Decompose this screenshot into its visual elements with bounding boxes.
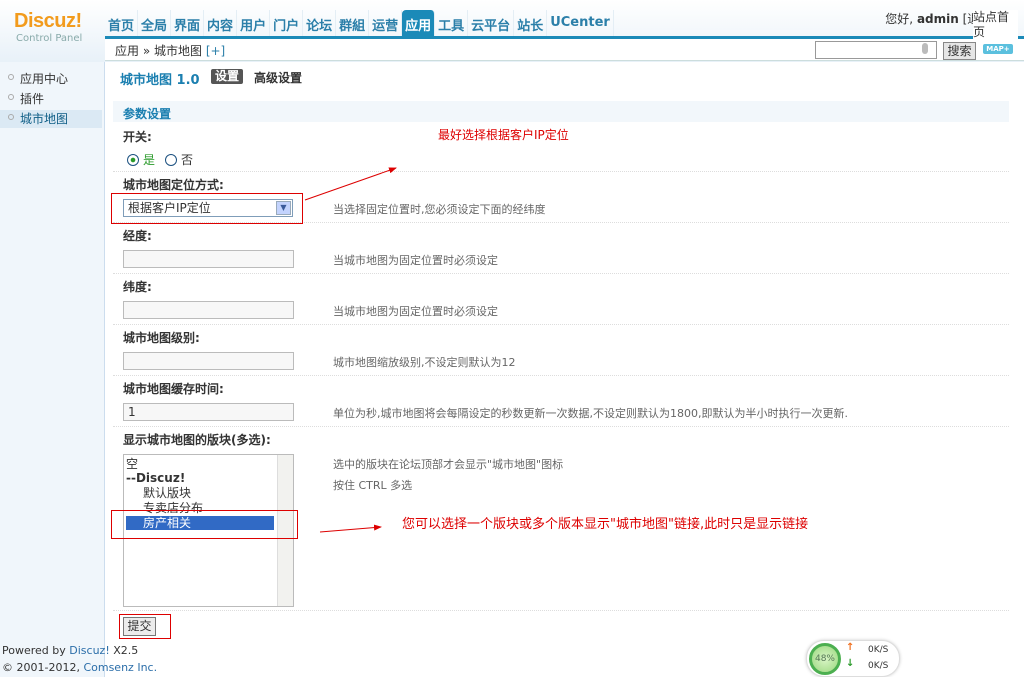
arrow-icon <box>319 524 382 533</box>
upload-arrow-icon: ↑ <box>846 642 855 653</box>
network-gauge: 48% <box>809 643 841 675</box>
download-rate: 0K/S <box>868 661 889 671</box>
upload-rate: 0K/S <box>868 645 889 655</box>
arrow-icon <box>304 167 397 201</box>
annotation-arrows <box>304 167 397 533</box>
download-arrow-icon: ↓ <box>846 658 855 669</box>
